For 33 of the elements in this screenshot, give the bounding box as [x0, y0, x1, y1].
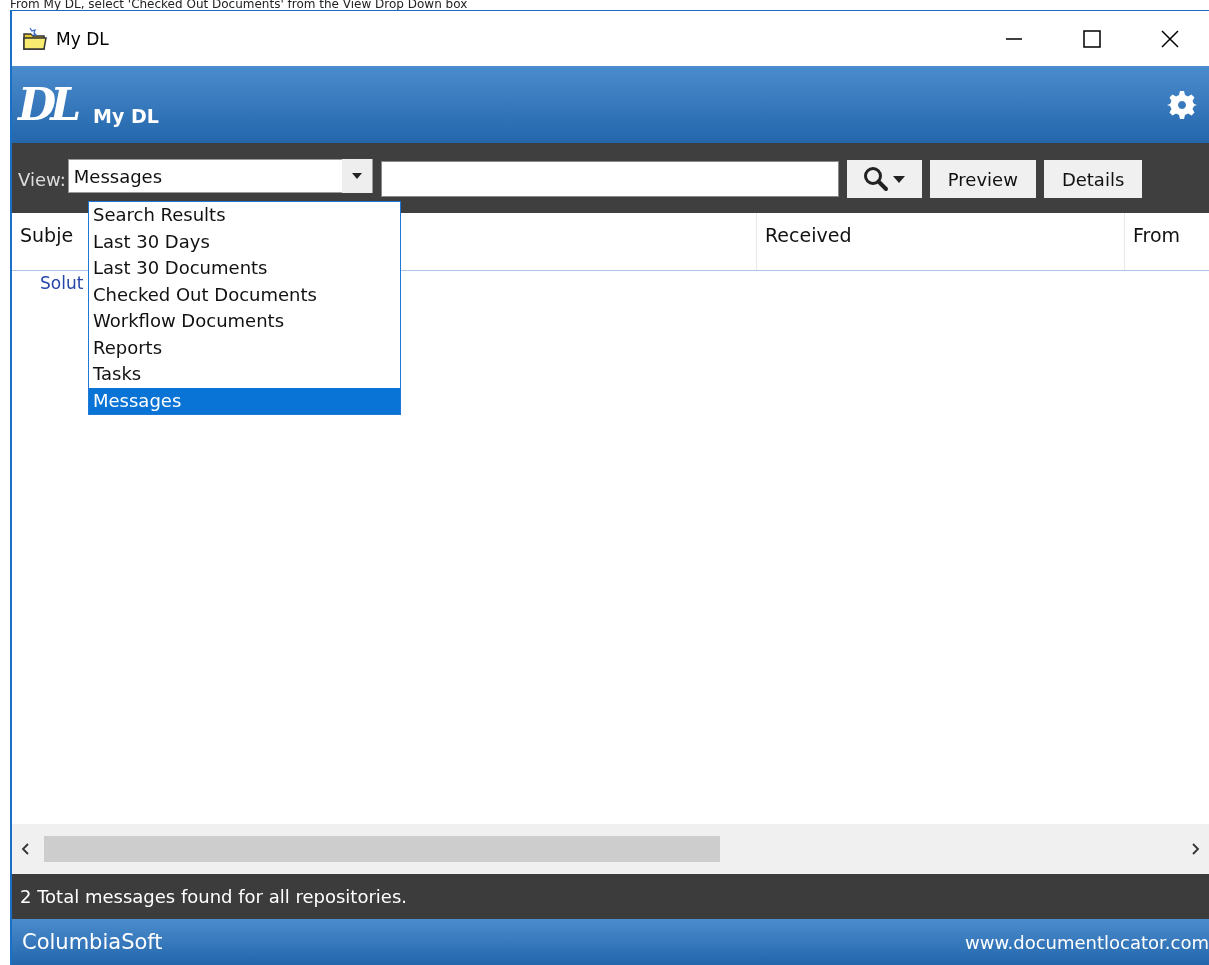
search-icon	[863, 166, 890, 192]
column-header[interactable]: Subje	[20, 224, 74, 246]
minimize-icon	[1005, 37, 1023, 40]
message-subject[interactable]: Solut	[40, 273, 84, 293]
dropdown-option[interactable]: Workflow Documents	[89, 308, 400, 335]
view-dropdown[interactable]: Messages	[67, 159, 373, 193]
dropdown-option[interactable]: Checked Out Documents	[89, 281, 400, 308]
search-button[interactable]	[846, 160, 922, 198]
brand-logo: ColumbiaSoft	[22, 930, 163, 954]
close-icon	[1160, 28, 1180, 49]
settings-icon[interactable]	[1167, 89, 1197, 120]
folder-icon	[22, 26, 48, 51]
caret-icon	[893, 175, 906, 183]
dropdown-option[interactable]: Search Results	[89, 202, 400, 229]
toolbar-button[interactable]: Preview	[929, 160, 1036, 198]
dropdown-option[interactable]: Messages	[89, 387, 400, 414]
view-label: View:	[18, 168, 66, 190]
website-link[interactable]: www.documentlocator.com	[965, 931, 1209, 953]
search-field[interactable]	[380, 161, 839, 197]
header-title: My DL	[93, 104, 159, 127]
scrollbar-thumb[interactable]	[44, 836, 720, 862]
maximize-icon	[1082, 28, 1102, 49]
dropdown-option[interactable]: Reports	[89, 334, 400, 361]
status-text: 2 Total messages found for all repositories.	[12, 874, 1209, 919]
app-logo: DL	[18, 79, 76, 130]
caret-icon	[351, 173, 362, 179]
column-header[interactable]: Received	[765, 224, 852, 246]
window-title: My DL	[56, 28, 109, 49]
toolbar-button[interactable]: Details	[1043, 160, 1143, 198]
dropdown-option[interactable]: Last 30 Days	[89, 228, 400, 255]
dropdown-option[interactable]: Last 30 Documents	[89, 255, 400, 282]
column-header[interactable]: From	[1133, 224, 1181, 246]
dropdown-option[interactable]: Tasks	[89, 361, 400, 388]
